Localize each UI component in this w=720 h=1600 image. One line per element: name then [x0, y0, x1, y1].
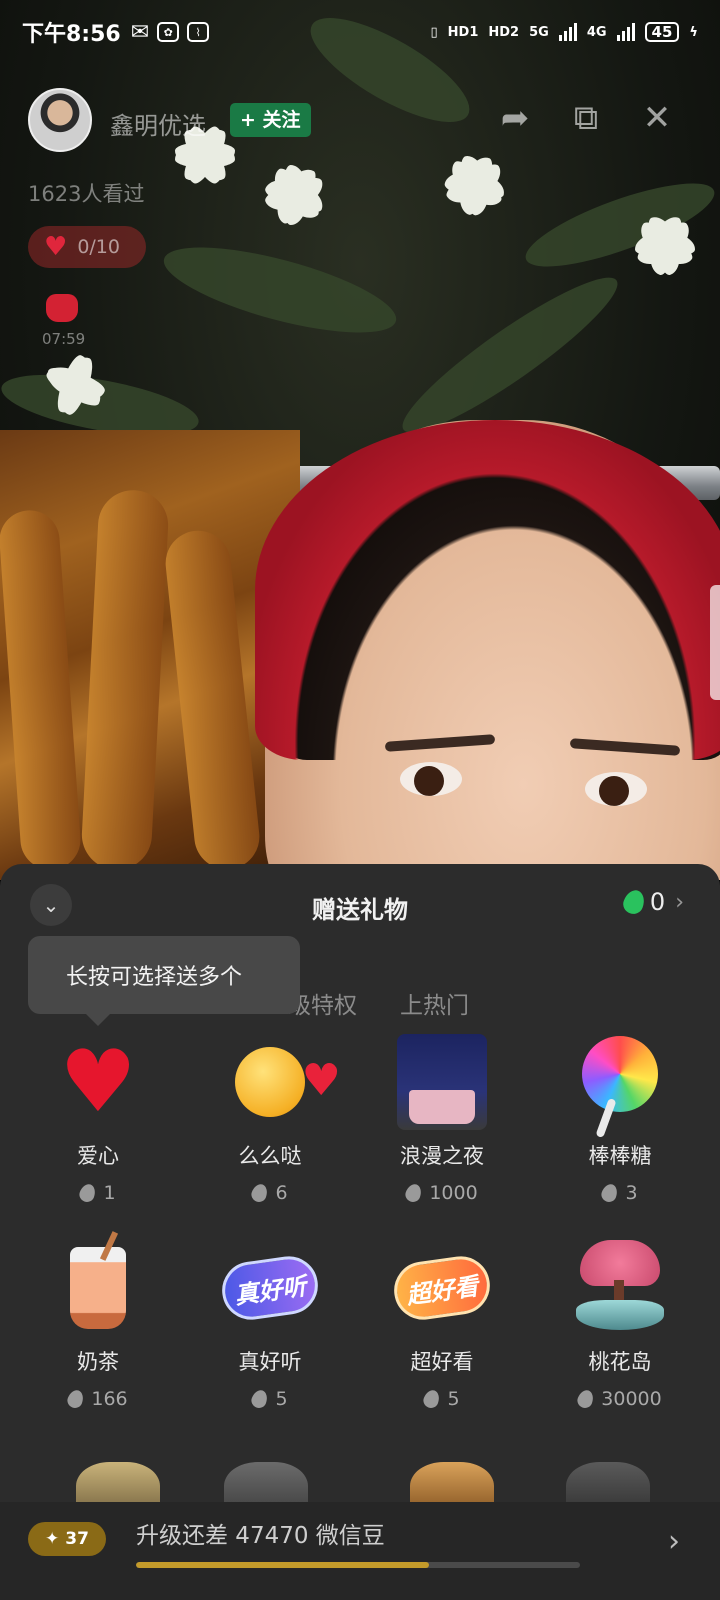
signal-icon — [558, 23, 577, 41]
tab-hot[interactable]: 上热门 — [400, 986, 469, 1020]
vibrate-icon: ▯ — [430, 24, 438, 40]
bean-icon — [249, 1181, 271, 1205]
gift-item-sounds-good[interactable]: 真好听 真好听 5 — [180, 1240, 360, 1411]
heart-icon: ♥ — [59, 1032, 137, 1132]
side-drawer-handle[interactable] — [710, 585, 720, 700]
sparkle-icon: ✦ — [45, 1529, 60, 1549]
long-press-tooltip: 长按可选择送多个 — [28, 936, 300, 1026]
gift-item-kiss[interactable]: 么么哒 6 — [180, 1034, 360, 1205]
host-avatar[interactable] — [28, 88, 92, 152]
level-badge: ✦ 37 — [28, 1522, 106, 1556]
gift-price: 5 — [447, 1388, 460, 1410]
gift-item-lollipop[interactable]: 棒棒糖 3 — [530, 1034, 710, 1205]
float-window-icon[interactable]: ⧉ — [566, 98, 606, 138]
wechat-icon: ✉ — [130, 19, 150, 45]
wechat-bean-icon — [620, 887, 648, 917]
gift-price: 6 — [275, 1182, 288, 1204]
gift-row-partial — [0, 1462, 720, 1502]
gift-price: 5 — [275, 1388, 288, 1410]
milk-tea-icon — [70, 1247, 126, 1329]
gift-icon-partial[interactable] — [566, 1462, 650, 1502]
looks-great-badge-icon: 超好看 — [390, 1252, 494, 1324]
share-icon[interactable]: ➦ — [495, 98, 535, 138]
follow-button[interactable]: + 关注 — [230, 103, 311, 137]
red-packet-icon[interactable] — [46, 294, 78, 322]
balance-value: 0 — [649, 888, 666, 916]
gift-name: 超好看 — [410, 1350, 474, 1374]
romantic-dinner-icon — [397, 1034, 487, 1130]
signal-icon-2 — [616, 23, 635, 41]
gift-name: 棒棒糖 — [588, 1144, 652, 1168]
level-number: 37 — [65, 1529, 89, 1549]
level-upgrade-text: 升级还差 47470 微信豆 — [136, 1523, 385, 1549]
gift-icon-partial[interactable] — [224, 1462, 308, 1502]
gift-name: 爱心 — [77, 1144, 119, 1168]
chevron-right-icon[interactable]: › — [668, 1524, 680, 1559]
charging-icon: ϟ — [689, 24, 698, 40]
hd2-label: HD2 — [488, 24, 520, 40]
5g-label: 5G — [529, 24, 549, 40]
host-name[interactable]: 鑫明优选 — [110, 106, 206, 141]
bean-icon — [403, 1181, 424, 1205]
like-count-text: 0/10 — [77, 236, 120, 258]
viewer-count: 1623人看过 — [28, 182, 145, 206]
bean-icon — [65, 1387, 86, 1411]
bean-icon — [77, 1181, 99, 1205]
gift-name: 么么哒 — [238, 1144, 302, 1168]
level-progress-track — [136, 1562, 580, 1568]
gift-item-heart[interactable]: ♥ 爱心 1 — [8, 1032, 188, 1205]
gift-item-milk-tea[interactable]: 奶茶 166 — [8, 1240, 188, 1411]
peach-blossom-island-icon — [572, 1240, 668, 1336]
red-packet-timer: 07:59 — [42, 330, 86, 348]
gift-price: 1 — [103, 1182, 116, 1204]
paw-app-icon: ✿ — [157, 22, 180, 42]
4g-label: 4G — [586, 24, 607, 40]
gift-price: 30000 — [601, 1388, 662, 1410]
gift-item-romantic-night[interactable]: 浪漫之夜 1000 — [352, 1034, 532, 1205]
gift-name: 奶茶 — [77, 1350, 119, 1374]
hd1-label: HD1 — [447, 24, 479, 40]
gift-price: 166 — [91, 1388, 128, 1410]
heart-icon: ♥ — [44, 232, 68, 262]
gift-price: 1000 — [429, 1182, 478, 1204]
gift-price: 3 — [625, 1182, 638, 1204]
gift-panel: ⌄ 赠送礼物 0 › 级特权 上热门 长按可选择送多个 ♥ 爱心 1 么么哒 6… — [0, 864, 720, 1600]
bean-icon — [249, 1387, 271, 1411]
status-time: 下午8:56 — [22, 22, 121, 47]
gift-name: 真好听 — [238, 1350, 302, 1374]
gift-name: 浪漫之夜 — [400, 1144, 484, 1168]
bean-icon — [599, 1181, 621, 1205]
close-icon[interactable]: ✕ — [637, 98, 677, 138]
level-progress-fill — [136, 1562, 430, 1568]
status-bar: 下午8:56 ✉ ✿ ⌇ ▯ HD1 HD2 5G 4G 45 ϟ — [0, 0, 720, 64]
sounds-good-badge-icon: 真好听 — [218, 1252, 322, 1324]
gift-icon-partial[interactable] — [76, 1462, 160, 1502]
battery-indicator: 45 — [644, 22, 680, 42]
gift-name: 桃花岛 — [588, 1350, 652, 1374]
lollipop-icon — [582, 1036, 658, 1112]
kiss-emoji-icon — [235, 1047, 341, 1117]
panel-title: 赠送礼物 — [312, 896, 408, 924]
like-counter[interactable]: ♥ 0/10 — [28, 226, 146, 268]
level-progress-bar[interactable]: ✦ 37 升级还差 47470 微信豆 › — [0, 1502, 720, 1600]
gift-item-looks-great[interactable]: 超好看 超好看 5 — [352, 1240, 532, 1411]
live-video-background — [0, 0, 720, 880]
bean-icon — [421, 1387, 443, 1411]
gift-item-peach-island[interactable]: 桃花岛 30000 — [530, 1240, 710, 1411]
bean-balance[interactable]: 0 › — [620, 887, 684, 917]
chart-app-icon: ⌇ — [187, 22, 210, 42]
chevron-right-icon: › — [675, 889, 684, 915]
bean-icon — [575, 1387, 596, 1411]
gift-icon-partial[interactable] — [410, 1462, 494, 1502]
